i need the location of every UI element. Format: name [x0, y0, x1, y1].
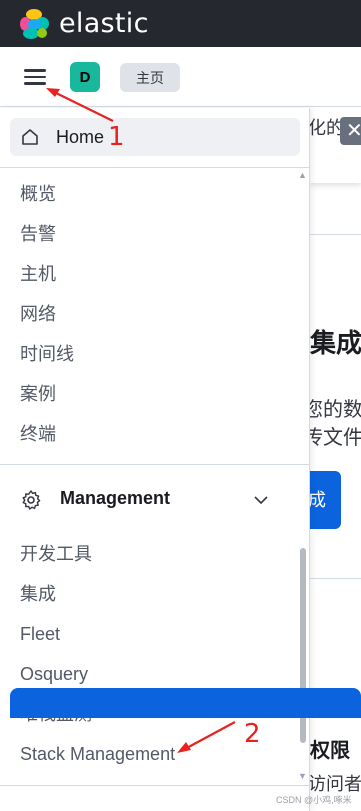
breadcrumb[interactable]: 主页 [120, 63, 180, 92]
divider [0, 785, 309, 786]
background-toast: 化的 ✕ [310, 108, 361, 183]
elastic-logo-icon[interactable] [20, 8, 50, 39]
bottom-action-button[interactable] [10, 688, 361, 718]
gear-icon [22, 490, 41, 510]
nav-item-overview[interactable]: 概览 [0, 174, 296, 214]
annotation-label-1: 1 [108, 122, 125, 152]
brand-name: elastic [59, 8, 149, 39]
management-section-toggle[interactable]: Management [0, 480, 296, 520]
nav-item-network[interactable]: 网络 [0, 294, 296, 334]
scroll-down-icon[interactable]: ▼ [298, 771, 307, 781]
hamburger-menu-icon[interactable] [24, 68, 46, 86]
page-header-bar: D 主页 [0, 47, 361, 107]
space-avatar[interactable]: D [70, 62, 100, 92]
divider [0, 167, 309, 168]
nav-home[interactable]: Home [10, 118, 300, 156]
scroll-up-icon[interactable]: ▲ [298, 170, 307, 180]
top-header: elastic [0, 0, 361, 47]
background-section-title: 权限 [310, 740, 350, 762]
security-nav-list: 概览 告警 主机 网络 时间线 案例 终端 [0, 174, 296, 454]
background-heading: 集成 [310, 328, 361, 358]
nav-item-alerts[interactable]: 告警 [0, 214, 296, 254]
toast-text: 化的 [310, 118, 344, 138]
nav-item-hosts[interactable]: 主机 [0, 254, 296, 294]
annotation-label-2: 2 [244, 719, 261, 749]
nav-item-timelines[interactable]: 时间线 [0, 334, 296, 374]
nav-item-integrations[interactable]: 集成 [0, 574, 296, 614]
divider [310, 578, 361, 579]
divider [0, 464, 309, 465]
nav-item-endpoints[interactable]: 终端 [0, 414, 296, 454]
nav-item-fleet[interactable]: Fleet [0, 614, 296, 654]
background-button[interactable]: 成 [310, 471, 341, 529]
nav-item-dev-tools[interactable]: 开发工具 [0, 534, 296, 574]
background-text: 传文件 [310, 427, 361, 449]
watermark: CSDN @小鸡,啄米 [276, 795, 352, 805]
management-label: Management [60, 488, 171, 508]
chevron-down-icon [254, 496, 268, 505]
nav-item-cases[interactable]: 案例 [0, 374, 296, 414]
divider [310, 234, 361, 235]
home-icon [22, 129, 38, 145]
background-text: 您的数 [310, 399, 361, 421]
nav-home-label: Home [56, 127, 105, 147]
close-icon[interactable]: ✕ [340, 117, 361, 145]
